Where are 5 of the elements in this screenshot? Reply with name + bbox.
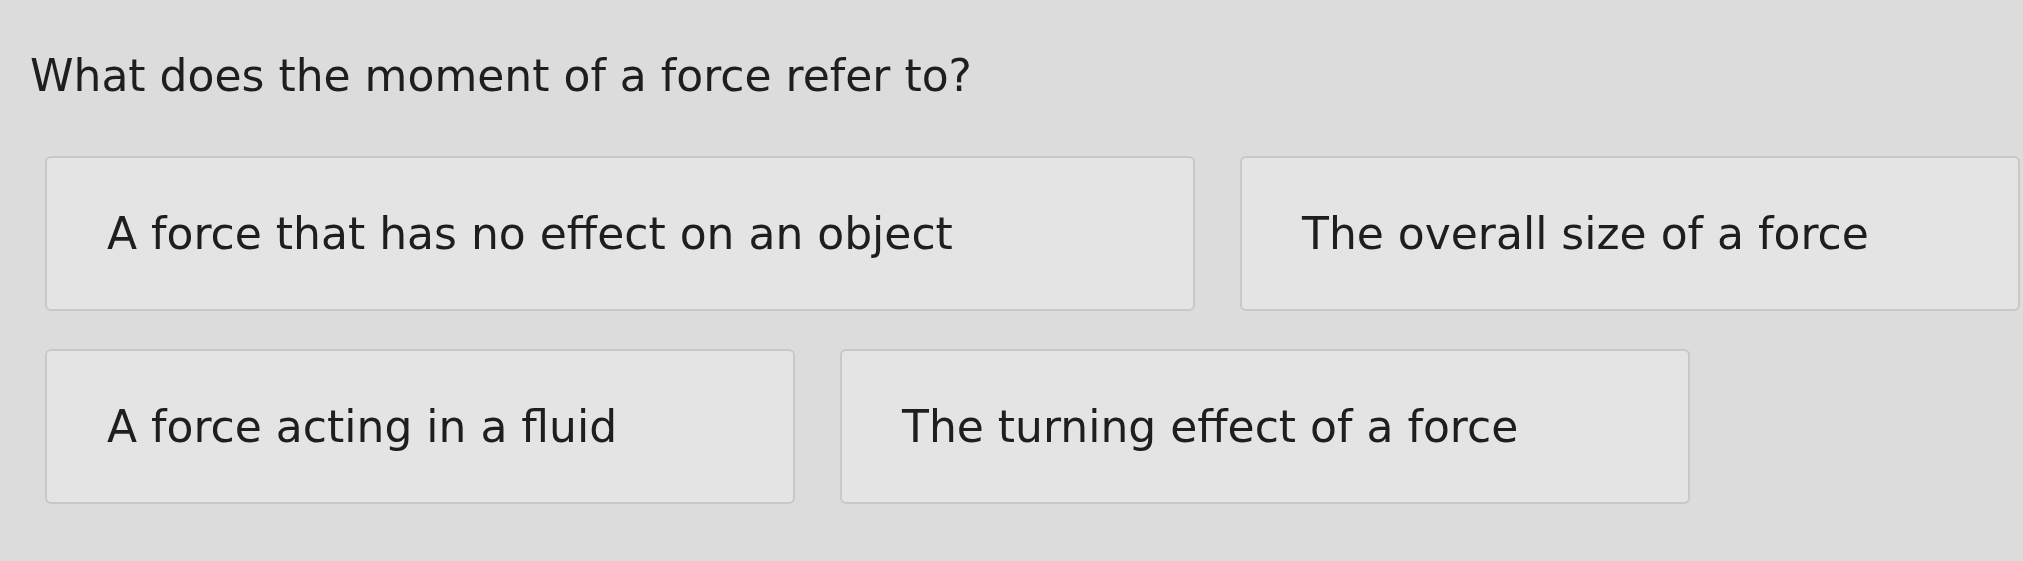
answer-option[interactable]: A force that has no effect on an object	[45, 156, 1195, 311]
answer-option[interactable]: The turning effect of a force	[840, 349, 1690, 504]
answer-option[interactable]: The overall size of a force	[1240, 156, 2020, 311]
answer-option[interactable]: A force acting in a fluid	[45, 349, 795, 504]
question-text: What does the moment of a force refer to?	[30, 50, 973, 101]
